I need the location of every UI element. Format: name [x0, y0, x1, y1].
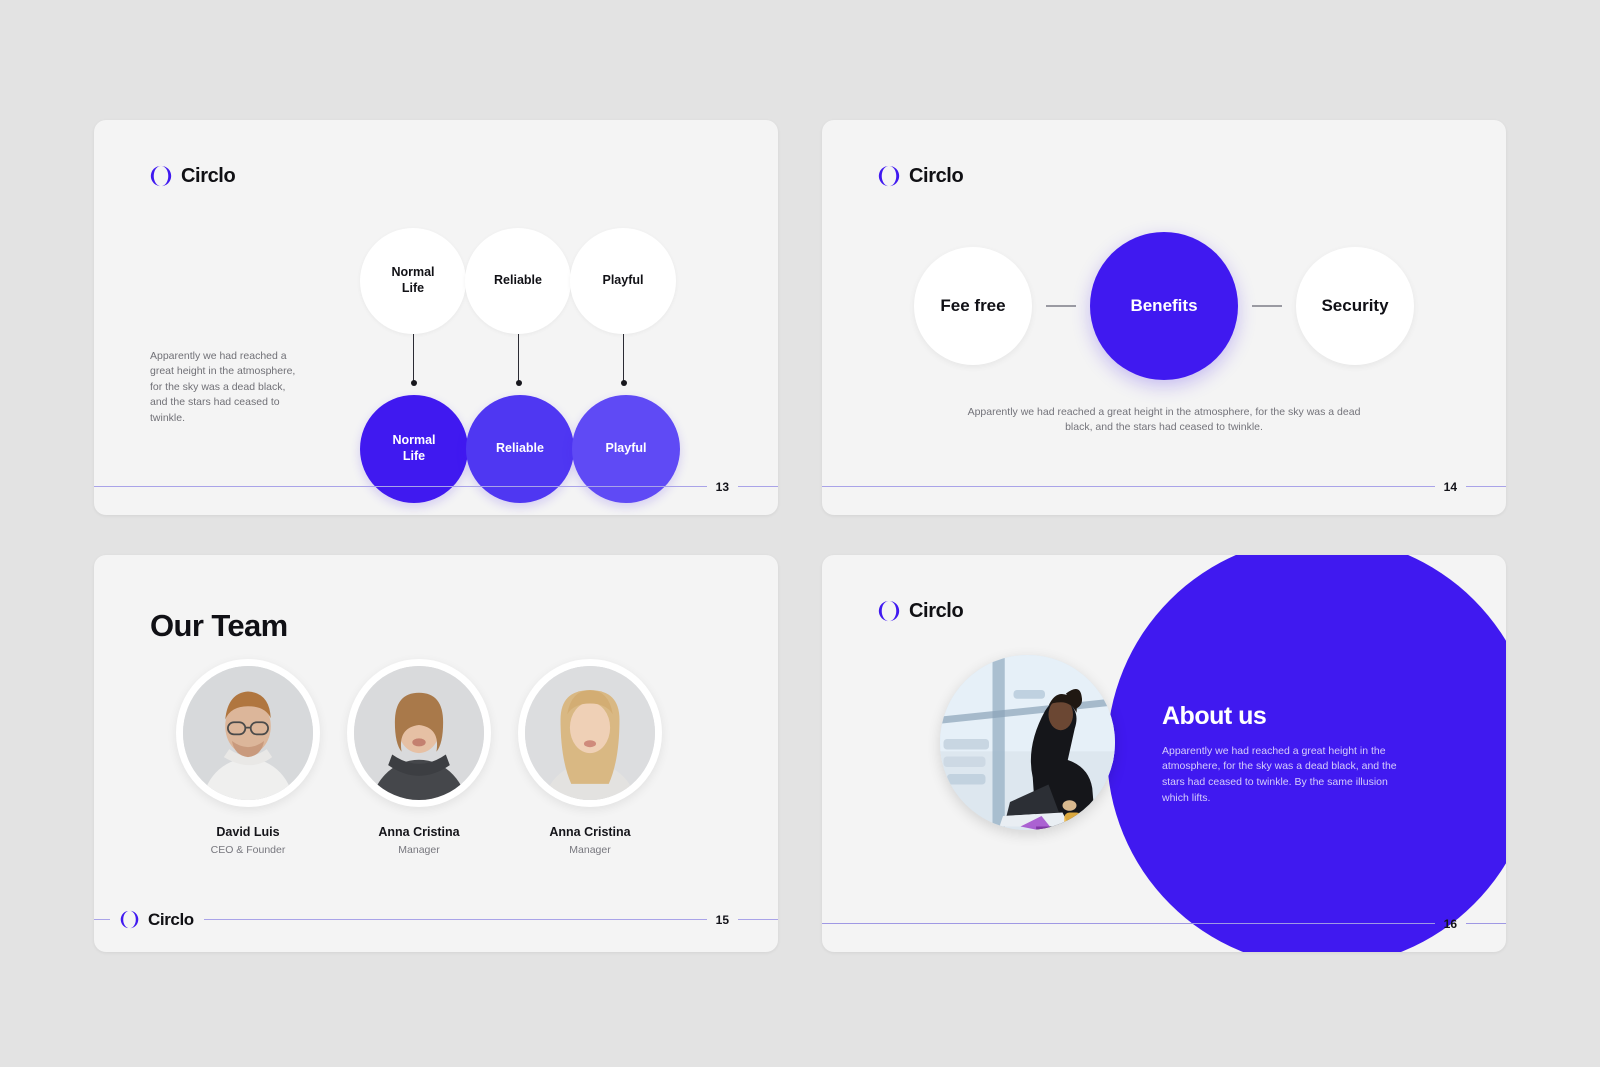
slide-16-footer: 16 — [822, 918, 1506, 930]
slide-16[interactable]: Circlo About us Apparently we had reache… — [822, 554, 1506, 952]
bottom-bubble-label: Normal Life — [392, 433, 436, 463]
brand-logo: Circlo — [120, 910, 194, 930]
footer-rule-right — [738, 486, 778, 487]
page-number: 15 — [715, 912, 729, 927]
slide-13-paragraph: Apparently we had reached a great height… — [150, 349, 296, 424]
node-fee-free[interactable]: Fee free — [914, 246, 1032, 365]
circlo-split-circle-icon — [878, 600, 900, 622]
avatar-ring — [518, 658, 662, 807]
page-title: Our Team — [150, 607, 288, 643]
member-name: Anna Cristina — [378, 824, 460, 839]
member-role: CEO & Founder — [210, 843, 286, 856]
member-name: Anna Cristina — [549, 824, 631, 839]
footer-rule-lead — [94, 919, 110, 920]
circlo-split-circle-icon — [878, 165, 900, 187]
about-photo — [940, 654, 1115, 830]
portrait-woman-icon — [354, 665, 484, 800]
top-bubble-label: Normal Life — [391, 265, 435, 295]
bubble-diagram: Normal Life Reliable Playful Normal Life… — [360, 190, 700, 515]
top-bubble-row: Normal Life Reliable Playful — [360, 227, 676, 334]
about-paragraph: Apparently we had reached a great height… — [1162, 744, 1397, 805]
avatar — [525, 665, 655, 800]
slide-14-footer: 14 — [822, 481, 1506, 493]
brand-name: Circlo — [909, 599, 964, 622]
connector-line-3 — [623, 333, 624, 382]
connector-dot-3 — [620, 379, 627, 386]
node-benefits[interactable]: Benefits — [1090, 231, 1238, 380]
team-member-card[interactable]: Anna Cristina Manager — [518, 658, 662, 856]
node-label: Benefits — [1130, 295, 1198, 315]
portrait-woman-icon — [525, 665, 655, 800]
connector-dot-1 — [410, 379, 417, 386]
bottom-bubble-label: Reliable — [496, 440, 544, 455]
brand-name: Circlo — [148, 909, 194, 929]
footer-logo-slot: Circlo — [110, 910, 204, 930]
slide-deck: Circlo Apparently we had reached a great… — [0, 0, 1600, 1067]
node-security[interactable]: Security — [1296, 246, 1414, 365]
footer-rule-tail — [738, 919, 778, 920]
member-role: Manager — [398, 843, 440, 856]
team-grid: David Luis CEO & Founder Anna Cristina M… — [176, 658, 662, 856]
footer-rule-right — [1466, 486, 1506, 487]
node-label: Security — [1321, 295, 1389, 315]
avatar-ring — [176, 658, 320, 807]
bottom-bubble-label: Playful — [605, 440, 647, 455]
slide-13-footer: 13 — [94, 481, 778, 493]
brand-logo: Circlo — [878, 599, 964, 623]
brand-logo: Circlo — [878, 164, 964, 188]
about-text-block: About us Apparently we had reached a gre… — [1162, 702, 1397, 808]
woman-working-laptop-window-icon — [940, 654, 1115, 830]
connector-dash-left — [1046, 304, 1076, 307]
circlo-split-circle-icon — [150, 165, 172, 187]
connector-group — [360, 333, 700, 396]
benefits-diagram: Fee free Benefits Security — [822, 231, 1506, 380]
top-bubble-reliable[interactable]: Reliable — [465, 227, 571, 334]
page-number: 13 — [715, 479, 729, 494]
connector-dot-2 — [515, 379, 522, 386]
page-title: About us — [1162, 701, 1267, 730]
connector-line-2 — [518, 333, 519, 382]
footer-rule-left — [822, 923, 1435, 924]
top-bubble-normal-life[interactable]: Normal Life — [360, 227, 466, 334]
footer-rule-right — [1466, 923, 1506, 924]
top-bubble-label: Playful — [602, 272, 644, 287]
member-role: Manager — [569, 843, 611, 856]
footer-rule-right — [203, 919, 707, 920]
connector-line-1 — [413, 333, 414, 382]
page-number: 16 — [1443, 916, 1457, 931]
avatar — [354, 665, 484, 800]
node-label: Fee free — [940, 295, 1006, 315]
portrait-man-icon — [183, 665, 313, 800]
avatar-ring — [347, 658, 491, 807]
circlo-split-circle-icon — [120, 910, 139, 929]
page-number: 14 — [1443, 479, 1457, 494]
top-bubble-label: Reliable — [494, 272, 542, 287]
slide-13[interactable]: Circlo Apparently we had reached a great… — [94, 119, 778, 515]
member-name: David Luis — [216, 824, 280, 839]
brand-name: Circlo — [181, 164, 236, 187]
top-bubble-playful[interactable]: Playful — [570, 227, 676, 334]
slide-15-footer: Circlo 15 — [94, 910, 778, 930]
team-member-card[interactable]: Anna Cristina Manager — [347, 658, 491, 856]
brand-name: Circlo — [909, 164, 964, 187]
footer-rule-left — [822, 486, 1435, 487]
slide-15[interactable]: Our Team David Luis CEO & Founder Anna C… — [94, 554, 778, 952]
brand-logo: Circlo — [150, 164, 236, 188]
slide-14-paragraph: Apparently we had reached a great height… — [967, 405, 1361, 434]
connector-dash-right — [1252, 304, 1282, 307]
footer-rule-left — [94, 486, 707, 487]
team-member-card[interactable]: David Luis CEO & Founder — [176, 658, 320, 856]
slide-14[interactable]: Circlo Fee free Benefits Security Appare… — [822, 119, 1506, 515]
avatar — [183, 665, 313, 800]
